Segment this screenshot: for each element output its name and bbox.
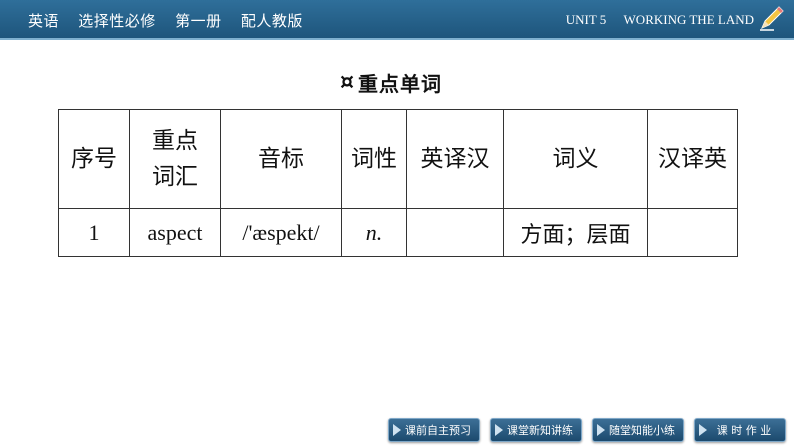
col-header-phonetic-label: 音标: [258, 146, 304, 172]
col-header-en-to-zh: 英译汉: [406, 109, 504, 209]
col-header-zh-to-en-label: 汉译英: [658, 146, 727, 172]
nav-button-label: 随堂知能小练: [609, 424, 675, 437]
arrow-right-icon: [495, 424, 503, 436]
arrow-right-icon: [393, 424, 401, 436]
header-subject: 英语: [28, 12, 60, 30]
vocabulary-table: 序号 重点 词汇 音标 词性 英译汉 词义 汉译英 1 aspect /'æsp…: [58, 109, 738, 257]
col-header-number: 序号: [58, 109, 130, 209]
nav-button-lesson[interactable]: 课堂新知讲练: [490, 418, 582, 442]
header-unit-title: WORKING THE LAND: [623, 12, 754, 27]
header-volume: 第一册: [175, 12, 222, 30]
section-title-text: 重点单词: [358, 71, 442, 96]
nav-button-practice[interactable]: 随堂知能小练: [592, 418, 684, 442]
table-header-row: 序号 重点 词汇 音标 词性 英译汉 词义 汉译英: [58, 109, 738, 209]
cell-meaning: 方面；层面: [503, 208, 648, 257]
nav-button-preview[interactable]: 课前自主预习: [388, 418, 480, 442]
section-symbol: ¤: [340, 69, 354, 95]
cell-zh-to-en[interactable]: [647, 208, 738, 257]
col-header-pos-label: 词性: [351, 146, 397, 172]
cell-phonetic: /'æspekt/: [220, 208, 342, 257]
col-header-pos: 词性: [341, 109, 407, 209]
header-bar: 英语 选择性必修 第一册 配人教版 UNIT 5 WORKING THE LAN…: [0, 0, 794, 40]
header-edition: 配人教版: [240, 12, 303, 30]
nav-button-label: 课堂新知讲练: [507, 424, 573, 437]
cell-pos: n.: [341, 208, 407, 257]
header-volume-type: 选择性必修: [78, 12, 156, 30]
header-unit: UNIT 5: [565, 12, 607, 27]
section-title: ¤ 重点单词: [340, 68, 442, 96]
col-header-keyword-label: 重点 词汇: [152, 128, 198, 190]
col-header-number-label: 序号: [71, 146, 117, 172]
col-header-phonetic: 音标: [220, 109, 342, 209]
table-row: 1 aspect /'æspekt/ n. 方面；层面: [58, 208, 738, 257]
cell-number: 1: [58, 208, 130, 257]
cell-en-to-zh[interactable]: [406, 208, 504, 257]
header-book-info: 英语 选择性必修 第一册 配人教版: [28, 10, 317, 31]
nav-button-label: 课前自主预习: [405, 424, 471, 437]
bottom-nav: 课前自主预习 课堂新知讲练 随堂知能小练 课 时 作 业: [388, 418, 786, 442]
col-header-en-to-zh-label: 英译汉: [420, 146, 490, 172]
nav-button-label: 课 时 作 业: [716, 424, 772, 437]
arrow-right-icon: [699, 424, 707, 436]
arrow-right-icon: [597, 424, 605, 436]
col-header-zh-to-en: 汉译英: [647, 109, 738, 209]
col-header-meaning-label: 词义: [552, 146, 599, 172]
pencil-icon: [760, 6, 784, 31]
col-header-keyword: 重点 词汇: [129, 109, 221, 209]
nav-button-homework[interactable]: 课 时 作 业: [694, 418, 786, 442]
header-unit-info: UNIT 5 WORKING THE LAND: [552, 12, 754, 28]
cell-keyword: aspect: [129, 208, 221, 257]
col-header-meaning: 词义: [503, 109, 648, 209]
